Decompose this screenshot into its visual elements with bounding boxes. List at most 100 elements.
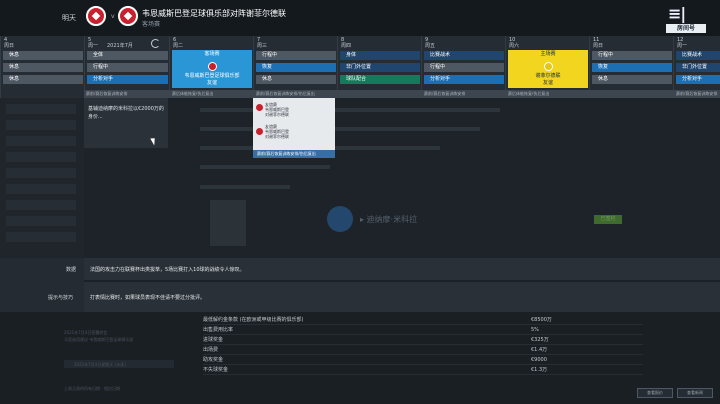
session-slot[interactable]: 行程中 (256, 51, 336, 60)
session-slot[interactable]: 分析对手 (87, 75, 168, 84)
home-club-badge-icon (86, 6, 106, 26)
news-line (200, 165, 330, 169)
refresh-icon[interactable] (151, 39, 160, 48)
tips-text: 打表情比赛时，如果球员表现不佳请不要过分批评。 (90, 295, 206, 301)
session-slot[interactable]: 比赛战术 (676, 51, 720, 60)
table-row: 出场费 €1.4万 (203, 346, 643, 355)
session-slot[interactable]: 休息 (3, 63, 83, 72)
view-news-button[interactable]: 查看新闻 (677, 388, 713, 398)
calendar-day-9[interactable]: 9 周五 比赛战术 行程中 分析对手 (421, 36, 505, 98)
calendar-day-7[interactable]: 7 周三 行程中 恢复 休息 (253, 36, 337, 98)
match-type: 主场赛 (540, 51, 556, 57)
training-note: 赛后体能恢复/伤后复出 (508, 91, 550, 96)
training-notes-row: 赛前/赛后恢复训练安排 赛后体能恢复/伤后复出 赛前/赛后恢复训练安排/伤后复出… (84, 90, 720, 98)
view-offers-button[interactable]: 查看报价 (637, 388, 673, 398)
training-note: 赛前/赛后恢复训练安排/伤后复出 (256, 91, 315, 96)
app-root: 明天 v 韦恩威斯巴登足球俱乐部对阵谢菲尔德联 客场赛 ≡| 房间号 44470… (0, 0, 720, 404)
session-slot[interactable]: 休息 (3, 75, 83, 84)
calendar-day-8[interactable]: 8 周四 身体 非门外位置 球队配合 (337, 36, 421, 98)
day-header: 10 周六 (509, 37, 520, 49)
match-badge-icon (256, 128, 263, 135)
sidebar-item[interactable] (6, 232, 76, 242)
opponent-badge-icon (207, 62, 217, 71)
session-slot[interactable]: 非门外位置 (340, 63, 420, 72)
day-header: 8 周四 (341, 37, 352, 49)
sidebar-item[interactable] (6, 216, 76, 226)
competition-label: 友谊 (206, 80, 217, 86)
sidebar-item[interactable] (6, 136, 76, 146)
sidebar-item[interactable] (6, 152, 76, 162)
session-slot[interactable]: 休息 (592, 75, 672, 84)
training-note: 赛前/赛后恢复训练安排 (676, 91, 718, 96)
day-header: 4 周日 (4, 37, 15, 49)
training-note: 赛前/赛后恢复训练安排 (424, 91, 466, 96)
table-row: 进球奖金 €325万 (203, 336, 643, 345)
sidebar-item[interactable] (6, 104, 76, 114)
calendar-day-4[interactable]: 4 周日 休息 休息 休息 (0, 36, 84, 98)
sidebar-item[interactable] (6, 200, 76, 210)
session-slot[interactable]: 行程中 (424, 63, 504, 72)
dim-dropdown[interactable]: 2021年7月4日星期天 [未读] (64, 360, 174, 368)
popup-item[interactable]: 友谊赛 韦恩威斯巴登 对谢菲尔德联 (265, 124, 289, 139)
session-slot[interactable]: 身体 (340, 51, 420, 60)
match-title[interactable]: 韦恩威斯巴登足球俱乐部对阵谢菲尔德联 (142, 8, 286, 19)
match-badge-icon (256, 104, 263, 111)
tips-label: 提示与技巧 (48, 295, 74, 301)
player-photo (210, 200, 246, 246)
day-header: 7 周三 (257, 37, 268, 49)
day-header: 12 周一 (677, 37, 688, 49)
news-panel: 基辅迪纳摩的米科拉以€2000万的身价... (84, 98, 720, 258)
table-row: 不失球奖金 €1.3万 (203, 366, 643, 375)
match-type: 客场赛 (204, 51, 220, 57)
day-header: 6 周二 (173, 37, 184, 49)
news-line (200, 108, 500, 112)
calendar-day-6[interactable]: 6 周二 客场赛 韦恩威斯巴登足球俱乐部 友谊 (169, 36, 253, 98)
sidebar-item[interactable] (6, 184, 76, 194)
session-slot[interactable]: 分析对手 (676, 75, 720, 84)
sidebar-item[interactable] (6, 120, 76, 130)
calendar-strip: 4 周日 休息 休息 休息 5 周一 2021年7月 全体 行程中 分析对手 6 周二… (0, 36, 720, 98)
session-slot[interactable]: 分析对手 (424, 75, 504, 84)
session-slot[interactable]: 休息 (3, 51, 83, 60)
logo-mark-icon: ≡| (668, 4, 686, 23)
table-row: 最低解约金条款 (在欧洲或甲级比赛的俱乐部) €8500万 (203, 316, 643, 325)
calendar-day-10[interactable]: 10 周六 主场赛 谢菲尔德联 友谊 (505, 36, 589, 98)
table-row: 助攻奖金 €9000 (203, 356, 643, 365)
stream-logo: ≡| 房间号 (666, 4, 710, 34)
session-slot[interactable]: 球队配合 (340, 75, 420, 84)
club-name[interactable]: ▸ 迪纳摩·米科拉 (360, 214, 417, 225)
session-slot[interactable]: 休息 (256, 75, 336, 84)
match-tile-away[interactable]: 客场赛 韦恩威斯巴登足球俱乐部 友谊 (172, 50, 252, 88)
match-tile-home[interactable]: 主场赛 谢菲尔德联 友谊 (508, 50, 588, 88)
news-hint-text: 基辅迪纳摩的米科拉以€2000万的身价... (88, 106, 164, 120)
table-row: 出售费用比率 5% (203, 326, 643, 335)
tips-band: 打表情比赛时，如果球员表现不佳请不要过分批评。 (84, 282, 720, 312)
popup-item[interactable]: 友谊赛 韦恩威斯巴登 对谢菲尔德联 (265, 102, 289, 117)
popup-footer: 赛前/赛后恢复训练安排/伤后复出 (253, 150, 335, 158)
calendar-day-11[interactable]: 11 周日 行程中 恢复 休息 (589, 36, 673, 98)
opponent-badge-icon (543, 62, 553, 71)
calendar-day-5[interactable]: 5 周一 2021年7月 全体 行程中 分析对手 (84, 36, 169, 98)
session-slot[interactable]: 比赛战术 (424, 51, 504, 60)
news-line (200, 185, 290, 189)
session-slot[interactable]: 恢复 (592, 63, 672, 72)
match-subtitle: 客场赛 (142, 21, 161, 28)
top-bar: 明天 v 韦恩威斯巴登足球俱乐部对阵谢菲尔德联 客场赛 ≡| 房间号 (0, 0, 720, 36)
session-slot[interactable]: 行程中 (592, 51, 672, 60)
session-slot[interactable]: 非门外位置 (676, 63, 720, 72)
dim-text: 马竞选用建议 韦恩威斯巴登足球俱乐部 (64, 337, 134, 342)
session-slot[interactable]: 行程中 (87, 63, 168, 72)
day-header: 5 周一 (88, 37, 99, 49)
session-slot[interactable]: 恢复 (256, 63, 336, 72)
sidebar-item[interactable] (6, 168, 76, 178)
day-header: 9 周五 (425, 37, 436, 49)
logo-label: 房间号 (666, 24, 706, 33)
calendar-day-12[interactable]: 12 周一 比赛战术 非门外位置 分析对手 (673, 36, 720, 98)
day-popup[interactable]: 友谊赛 韦恩威斯巴登 对谢菲尔德联 友谊赛 韦恩威斯巴登 对谢菲尔德联 赛前/赛后恢复训… (253, 98, 335, 158)
session-slot[interactable]: 全体 (87, 51, 168, 60)
status-chip: 已签约 (594, 215, 622, 224)
news-line (200, 127, 480, 131)
data-band: 法国的攻击力在联赛杯出类拔萃，5场比赛打入10球的战绩令人惊叹。 (84, 258, 720, 280)
dim-text: 2021年7月4日签署转会 (64, 330, 108, 335)
continue-day-label[interactable]: 明天 (62, 13, 76, 23)
